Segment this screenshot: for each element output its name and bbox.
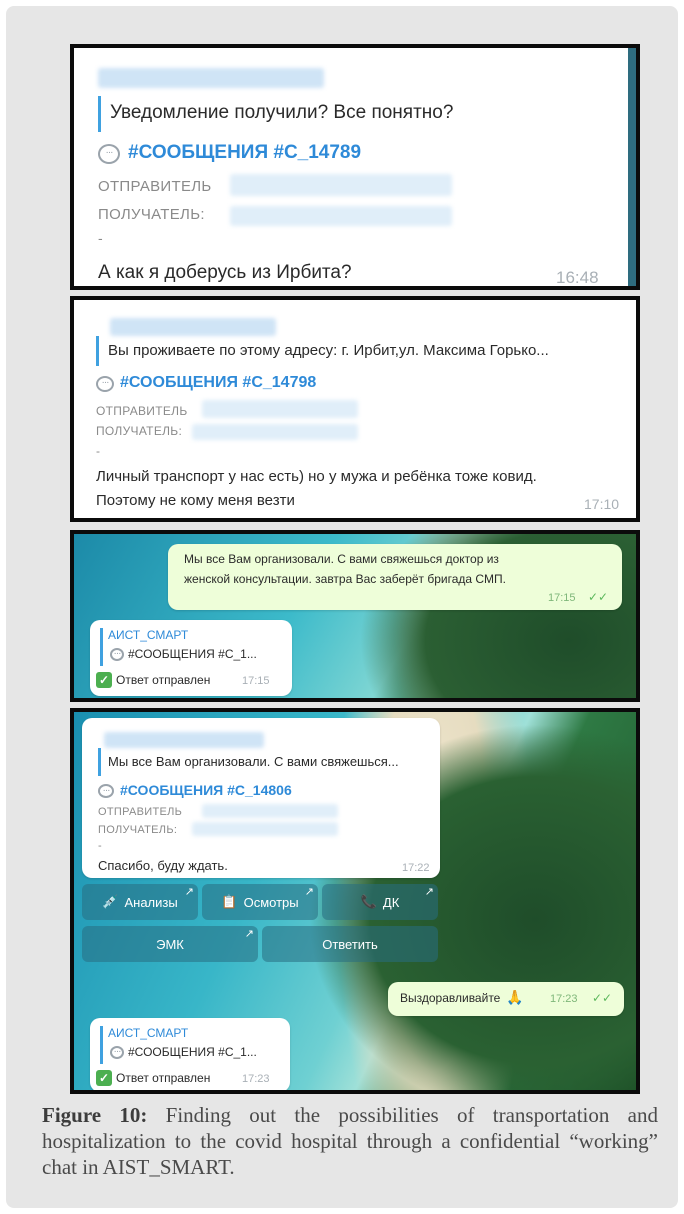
recipient-label: ПОЛУЧАТЕЛЬ: [98,206,205,223]
pray-emoji: 🙏 [506,989,524,1005]
bot-status: Ответ отправлен [116,1071,211,1085]
message-text: Спасибо, буду ждать. [98,858,228,873]
check-icon: ✓ [96,1070,112,1086]
recipient-label: ПОЛУЧАТЕЛЬ: [98,824,178,836]
blurred-sender-name [104,732,264,748]
caption-label: Figure 10: [42,1103,148,1127]
sender-label: ОТПРАВИТЕЛЬ [98,806,183,818]
reply-button[interactable]: Ответить [262,926,438,962]
message-line-2: Поэтому не кому меня везти [96,492,295,509]
bot-status: Ответ отправлен [116,673,211,687]
exams-button[interactable]: 📋 Осмотры ↗ [202,884,318,920]
blurred-recipient [192,424,358,440]
analyses-button[interactable]: 💉 Анализы ↗ [82,884,198,920]
emk-button[interactable]: ЭМК ↗ [82,926,258,962]
outgoing-text: Выздоравливайте [400,991,501,1005]
outgoing-bubble: Мы все Вам организовали. С вами свяжешьс… [168,544,622,610]
check-icon: ✓ [96,672,112,688]
arrow-icon: ↗ [244,928,254,940]
separator-dash: - [98,840,102,852]
bot-time: 17:23 [242,1073,270,1085]
blurred-recipient [192,822,338,836]
message-tag[interactable]: #СООБЩЕНИЯ #С_14789 [128,142,361,164]
sender-label: ОТПРАВИТЕЛЬ [98,178,212,195]
analyses-label: Анализы [124,894,178,910]
message-icon [98,784,114,798]
bot-name: АИСТ_СМАРТ [108,628,189,642]
quote-bar [100,1026,103,1064]
outgoing-time: 17:23 [550,993,578,1005]
blurred-sender-name [98,68,324,88]
figure-caption: Figure 10: Finding out the possibilities… [42,1102,658,1180]
arrow-icon: ↗ [304,886,314,898]
bot-reply-bubble: АИСТ_СМАРТ #СООБЩЕНИЯ #С_1... ✓ Ответ от… [90,620,292,696]
quote-bar [98,96,101,132]
chat-panel-4: Мы все Вам организовали. С вами свяжешьс… [70,708,640,1094]
blurred-sender [230,174,452,196]
outgoing-time: 17:15 [548,592,576,604]
emk-label: ЭМК [156,936,184,952]
bot-tag[interactable]: #СООБЩЕНИЯ #С_1... [128,647,257,661]
recipient-label: ПОЛУЧАТЕЛЬ: [96,424,183,438]
bot-time: 17:15 [242,675,270,687]
reply-label: Ответить [322,936,378,952]
message-icon [110,648,124,661]
quote-bar [98,748,101,776]
blurred-recipient [230,206,452,226]
chat-panel-3: Мы все Вам организовали. С вами свяжешьс… [70,530,640,702]
message-icon [98,144,120,164]
message-tag[interactable]: #СООБЩЕНИЯ #С_14806 [120,782,292,798]
message-time: 17:22 [402,862,430,874]
message-line-1: Личный транспорт у нас есть) но у мужа и… [96,468,537,485]
chat-panel-1: Уведомление получили? Все понятно? #СООБ… [70,44,640,290]
quote-bar [96,336,99,366]
blurred-sender [202,400,358,418]
separator-dash: - [96,444,100,458]
double-check-icon: ✓✓ [592,991,613,1005]
sender-label: ОТПРАВИТЕЛЬ [96,404,188,418]
dk-label: ДК [382,894,400,910]
outgoing-bubble: Выздоравливайте 🙏 17:23 ✓✓ [388,982,624,1016]
outgoing-line-2: женской консультации. завтра Вас заберёт… [184,572,506,586]
exams-label: Осмотры [243,894,299,910]
quoted-message: Мы все Вам организовали. С вами свяжешьс… [108,754,399,769]
figure-frame: Уведомление получили? Все понятно? #СООБ… [6,6,678,1208]
arrow-icon: ↗ [184,886,194,898]
message-time: 16:48 [556,268,599,287]
incoming-bubble: Мы все Вам организовали. С вами свяжешьс… [82,718,440,878]
quote-bar [100,628,103,666]
arrow-icon: ↗ [424,886,434,898]
scrollbar[interactable] [628,48,636,286]
calendar-icon: 📋 [221,894,238,909]
dk-button[interactable]: 📞 ДК ↗ [322,884,438,920]
bot-name: АИСТ_СМАРТ [108,1026,189,1040]
message-icon [96,376,114,392]
message-text: А как я доберусь из Ирбита? [98,262,352,283]
blurred-sender-name [110,318,276,336]
quoted-message: Уведомление получили? Все понятно? [110,102,454,123]
bot-reply-bubble: АИСТ_СМАРТ #СООБЩЕНИЯ #С_1... ✓ Ответ от… [90,1018,290,1090]
message-icon [110,1046,124,1059]
syringe-icon: 💉 [102,894,119,909]
message-time: 17:10 [584,496,620,512]
quoted-message: Вы проживаете по этому адресу: г. Ирбит,… [108,342,549,359]
separator-dash: - [98,230,103,246]
outgoing-line-1: Мы все Вам организовали. С вами свяжешьс… [184,552,499,566]
message-tag[interactable]: #СООБЩЕНИЯ #С_14798 [120,374,316,392]
phone-icon: 📞 [360,894,377,909]
chat-panel-2: Вы проживаете по этому адресу: г. Ирбит,… [70,296,640,522]
blurred-sender [202,804,338,818]
bot-tag[interactable]: #СООБЩЕНИЯ #С_1... [128,1045,257,1059]
double-check-icon: ✓✓ [588,590,609,604]
